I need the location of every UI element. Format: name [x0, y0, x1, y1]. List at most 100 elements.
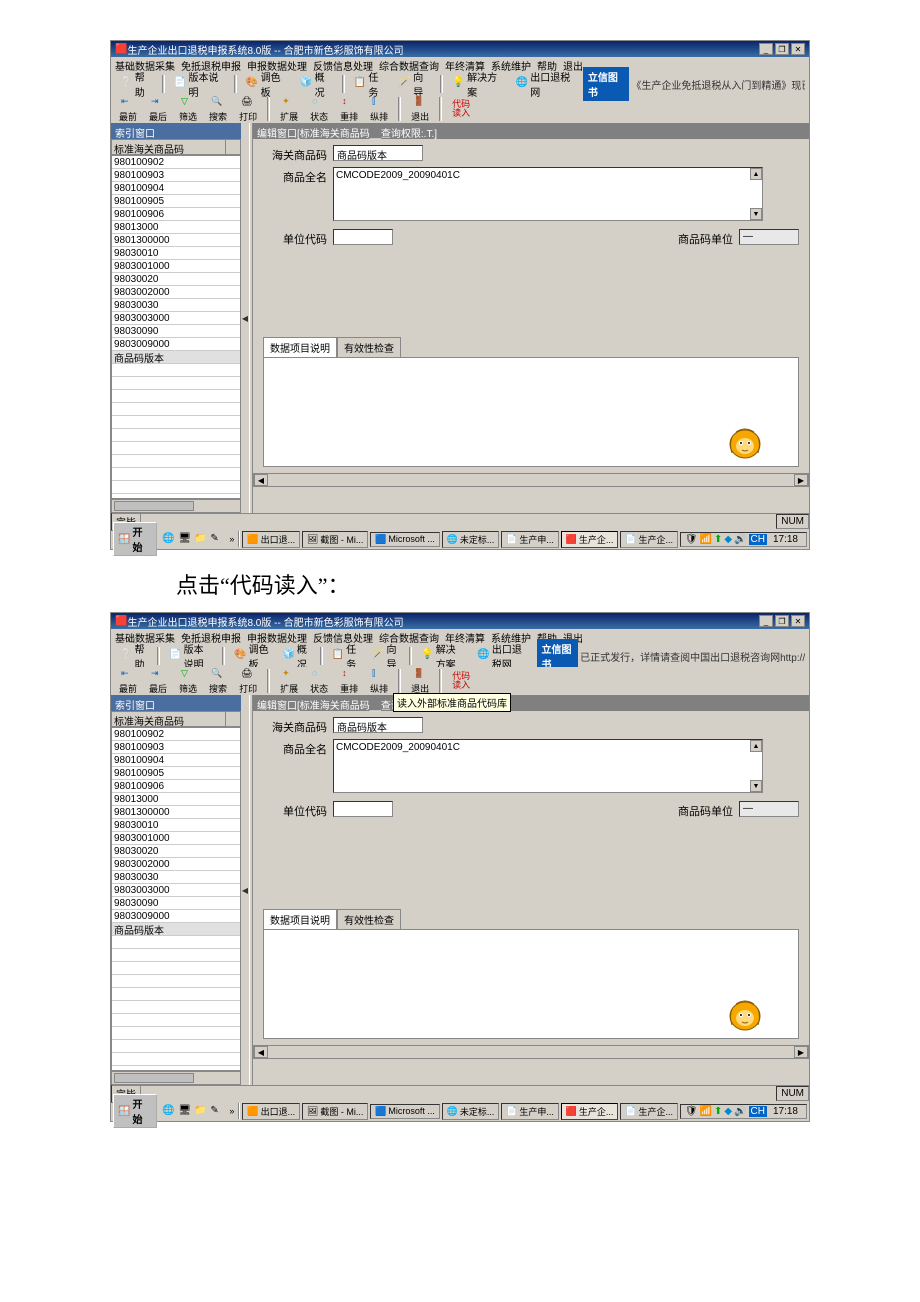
quicklaunch-ie-icon[interactable]: 🌐	[161, 532, 175, 546]
state-button[interactable]: ◌状态	[306, 95, 332, 124]
hscroll-left-button[interactable]: ◀	[254, 474, 268, 486]
unitcode-input[interactable]	[333, 229, 393, 245]
exptax-button[interactable]: 🌐出口退税网	[511, 67, 581, 101]
taskbar-task[interactable]: 📄生产申...	[501, 1103, 559, 1120]
index-row[interactable]: 9803002000	[112, 286, 240, 299]
index-row-empty[interactable]	[112, 481, 240, 494]
index-row[interactable]: 98030010	[112, 247, 240, 260]
taskbar-task[interactable]: 🖼截图 - Mi...	[302, 1103, 368, 1120]
index-hscroll[interactable]	[111, 1071, 241, 1085]
taskbar-task[interactable]: 🟦Microsoft ...	[370, 532, 440, 547]
index-row[interactable]: 980100905	[112, 767, 240, 780]
index-row[interactable]: 98013000	[112, 793, 240, 806]
close-button[interactable]: ✕	[791, 43, 805, 55]
first-button[interactable]: ⇤最前	[115, 667, 141, 696]
tab-dataitem[interactable]: 数据项目说明	[263, 909, 337, 930]
index-row-empty[interactable]	[112, 949, 240, 962]
index-row[interactable]: 9803002000	[112, 858, 240, 871]
taskbar-task[interactable]: 🌐未定标...	[442, 531, 500, 548]
scroll-up-button[interactable]: ▲	[750, 740, 762, 752]
index-row-empty[interactable]	[112, 988, 240, 1001]
quicklaunch-more[interactable]: »	[227, 1106, 236, 1116]
tab-validate[interactable]: 有效性检查	[337, 337, 401, 358]
index-row[interactable]: 98030030	[112, 299, 240, 312]
tray-net-icon[interactable]: 📶	[700, 534, 712, 545]
filter-button[interactable]: ▽筛选	[175, 95, 201, 124]
index-row-empty[interactable]	[112, 364, 240, 377]
index-row[interactable]: 98030090	[112, 325, 240, 338]
index-row-selected[interactable]: 商品码版本	[112, 923, 240, 936]
tab-dataitem[interactable]: 数据项目说明	[263, 337, 337, 358]
scroll-down-button[interactable]: ▼	[750, 208, 762, 220]
expand-button[interactable]: ✦扩展	[276, 667, 302, 696]
index-row[interactable]: 98030090	[112, 897, 240, 910]
index-row[interactable]: 980100903	[112, 741, 240, 754]
index-row[interactable]: 9803001000	[112, 832, 240, 845]
index-row-empty[interactable]	[112, 1053, 240, 1066]
code-input[interactable]: 商品码版本	[333, 145, 423, 161]
buybook-button[interactable]: 立信图书	[583, 67, 630, 101]
index-row[interactable]: 9801300000	[112, 806, 240, 819]
filter-button[interactable]: ▽筛选	[175, 667, 201, 696]
taskbar-task[interactable]: 📄生产企...	[620, 1103, 678, 1120]
taskbar-task[interactable]: 🟧出口退...	[242, 531, 300, 548]
vert-button[interactable]: ⫿纵排	[366, 95, 392, 124]
index-row-empty[interactable]	[112, 1040, 240, 1053]
taskbar-task-active[interactable]: 🟥生产企...	[561, 531, 619, 548]
index-row-empty[interactable]	[112, 1014, 240, 1027]
index-row[interactable]: 98013000	[112, 221, 240, 234]
index-row-empty[interactable]	[112, 975, 240, 988]
index-row[interactable]: 980100904	[112, 754, 240, 767]
sort-button[interactable]: ↕重排	[336, 667, 362, 696]
scroll-down-button[interactable]: ▼	[750, 780, 762, 792]
quicklaunch-edit-icon[interactable]: ✎	[209, 1104, 223, 1118]
index-row[interactable]: 9803003000	[112, 884, 240, 897]
index-row[interactable]: 980100904	[112, 182, 240, 195]
index-row[interactable]: 98030010	[112, 819, 240, 832]
index-row[interactable]: 98030020	[112, 845, 240, 858]
exit-button[interactable]: 🚪退出	[407, 667, 433, 696]
taskbar-task-active[interactable]: 🟥生产企...	[561, 1103, 619, 1120]
quicklaunch-folder-icon[interactable]: 📁	[193, 532, 207, 546]
exit-button[interactable]: 🚪退出	[407, 95, 433, 124]
assistant-lion-icon[interactable]	[722, 994, 768, 1034]
tray-vol-icon[interactable]: 🔊	[734, 1106, 746, 1117]
index-row[interactable]: 9803003000	[112, 312, 240, 325]
start-button[interactable]: 🪟开始	[113, 1094, 157, 1128]
edit-hscroll[interactable]: ◀ ▶	[253, 1045, 809, 1059]
index-row-empty[interactable]	[112, 403, 240, 416]
tray-safe-icon[interactable]: ◆	[724, 534, 732, 545]
codeload-button[interactable]: 代码 读入	[448, 99, 474, 119]
taskbar-task[interactable]: 🟦Microsoft ...	[370, 1104, 440, 1119]
quicklaunch-desktop-icon[interactable]: 🖥	[177, 1104, 191, 1118]
taskbar-task[interactable]: 🟧出口退...	[242, 1103, 300, 1120]
index-column-header[interactable]: 标准海关商品码	[112, 140, 226, 154]
index-row-empty[interactable]	[112, 377, 240, 390]
collapse-left-button[interactable]: ◀	[241, 123, 249, 513]
last-button[interactable]: ⇥最后	[145, 95, 171, 124]
tray-net-icon[interactable]: 📶	[700, 1106, 712, 1117]
tray-ime-indicator[interactable]: CH	[749, 1106, 767, 1117]
index-row[interactable]: 980100902	[112, 156, 240, 169]
index-row-empty[interactable]	[112, 962, 240, 975]
hscroll-right-button[interactable]: ▶	[794, 474, 808, 486]
first-button[interactable]: ⇤最前	[115, 95, 141, 124]
last-button[interactable]: ⇥最后	[145, 667, 171, 696]
hscroll-left-button[interactable]: ◀	[254, 1046, 268, 1058]
fullname-textarea[interactable]: CMCODE2009_20090401C ▲ ▼	[333, 167, 763, 221]
index-row-empty[interactable]	[112, 455, 240, 468]
print-button[interactable]: 🖨打印	[235, 95, 261, 124]
quicklaunch-more[interactable]: »	[227, 534, 236, 544]
quicklaunch-edit-icon[interactable]: ✎	[209, 532, 223, 546]
tray-shield-icon[interactable]: 🛡	[685, 1106, 698, 1117]
tray-ime-indicator[interactable]: CH	[749, 534, 767, 545]
state-button[interactable]: ◌状态	[306, 667, 332, 696]
tray-clock[interactable]: 17:18	[769, 534, 802, 545]
scheme-button[interactable]: 💡解决方案	[447, 67, 508, 101]
index-row-empty[interactable]	[112, 390, 240, 403]
unitcode-input[interactable]	[333, 801, 393, 817]
sort-button[interactable]: ↕重排	[336, 95, 362, 124]
taskbar-task[interactable]: 🖼截图 - Mi...	[302, 531, 368, 548]
hscroll-right-button[interactable]: ▶	[794, 1046, 808, 1058]
minimize-button[interactable]: _	[759, 615, 773, 627]
